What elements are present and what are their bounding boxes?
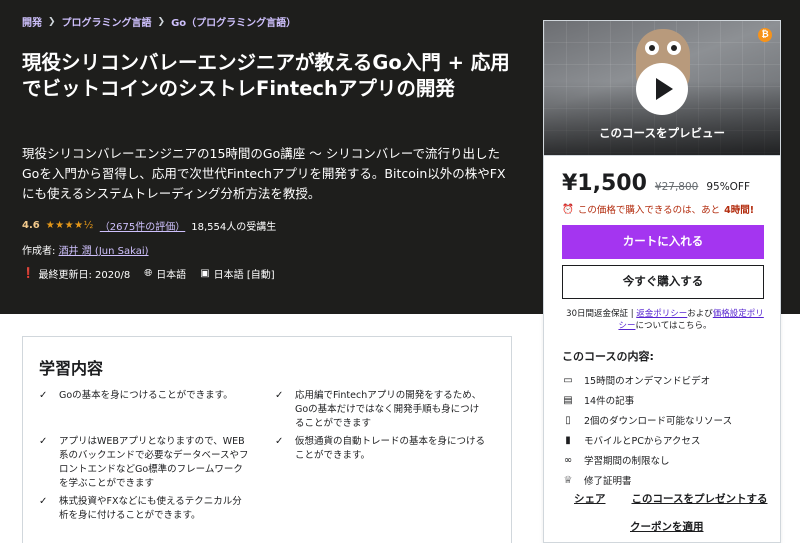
guarantee-mid: および xyxy=(687,309,713,319)
course-subtitle: 現役シリコンバレーエンジニアの15時間のGo講座 〜 シリコンバレーで流行り出し… xyxy=(22,146,506,201)
rating-value: 4.6 xyxy=(22,220,40,231)
alarm-clock-icon: ⏰ xyxy=(562,203,574,215)
video-icon: ▭ xyxy=(563,374,573,386)
includes-item-label: 学習期間の制限なし xyxy=(584,456,670,467)
last-updated-text: 最終更新日: 2020/8 xyxy=(38,270,131,281)
buy-now-button[interactable]: 今すぐ購入する xyxy=(562,265,764,299)
captions-icon: ▣ xyxy=(200,268,210,279)
course-language-text: 日本語 xyxy=(156,270,187,281)
includes-item-label: 2個のダウンロード可能なリソース xyxy=(584,416,733,427)
includes-title: このコースの内容: xyxy=(562,350,654,363)
current-price: ¥1,500 xyxy=(562,171,647,196)
chevron-right-icon: ❯ xyxy=(48,16,56,27)
rating-row: 4.6 ★★★★½ （2675件の評価） 18,554人の受講生 xyxy=(22,218,276,233)
includes-item-label: 15時間のオンデマンドビデオ xyxy=(584,376,711,387)
breadcrumb: 開発 ❯ プログラミング言語 ❯ Go（プログラミング言語） xyxy=(22,14,296,30)
course-captions-text: 日本語 [自動] xyxy=(213,270,275,281)
learn-item: ✓ アプリはWEBアプリとなりますので、WEB系のバックエンドで必要なデータベー… xyxy=(39,435,249,491)
learn-item: ✓ 株式投資やFXなどにも使えるテクニカル分析を身に付けることができます。 xyxy=(39,495,249,523)
breadcrumb-item-development[interactable]: 開発 xyxy=(22,14,42,29)
article-icon: ▤ xyxy=(563,394,573,406)
gift-course-link[interactable]: このコースをプレゼントする xyxy=(632,491,768,506)
learn-item-text: 応用編でFintechアプリの開発をするため、Goの基本だけではなく開発手順も身… xyxy=(295,390,482,429)
chevron-right-icon: ❯ xyxy=(157,16,166,27)
trophy-icon: ♕ xyxy=(563,474,573,486)
globe-icon: 🌐︎ xyxy=(144,268,153,279)
share-link[interactable]: シェア xyxy=(574,491,606,506)
author-row: 作成者: 酒井 潤 (Jun Sakai) xyxy=(22,242,149,257)
learn-title: 学習内容 xyxy=(39,359,104,378)
download-icon: ▯ xyxy=(565,414,571,426)
includes-item: ▤ 14件の記事 xyxy=(562,390,732,410)
includes-item-label: 14件の記事 xyxy=(584,396,635,407)
timer-text: この価格で購入できるのは、あと xyxy=(577,205,721,216)
money-back-guarantee: 30日間返金保証 | 返金ポリシーおよび価格設定ポリシーについてはこちら。 xyxy=(562,308,768,332)
includes-list: ▭ 15時間のオンデマンドビデオ ▤ 14件の記事 ▯ 2個のダウンロード可能なリソー… xyxy=(562,370,732,490)
reviews-link[interactable]: （2675件の評価） xyxy=(100,218,185,233)
price-row: ¥1,500 ¥27,800 95%OFF xyxy=(562,171,750,196)
infinity-icon: ∞ xyxy=(563,454,573,466)
discount-percent: 95%OFF xyxy=(706,181,751,193)
includes-item: ∞ 学習期間の制限なし xyxy=(562,450,732,470)
check-icon: ✓ xyxy=(39,436,48,447)
apply-coupon-link[interactable]: クーポンを適用 xyxy=(630,519,704,534)
includes-item-label: 修了証明書 xyxy=(584,476,632,487)
play-icon xyxy=(656,78,673,100)
learn-item: ✓ 仮想通貨の自動トレードの基本を身につけることができます。 xyxy=(275,435,485,463)
author-link[interactable]: 酒井 潤 (Jun Sakai) xyxy=(59,246,149,257)
learn-item-text: 株式投資やFXなどにも使えるテクニカル分析を身に付けることができます。 xyxy=(59,496,242,521)
purchase-sidebar: ₿ このコースをプレビュー ¥1,500 ¥27,800 95%OFF ⏰ この… xyxy=(543,20,781,543)
course-meta: ❗ 最終更新日: 2020/8 🌐︎ 日本語 ▣ 日本語 [自動] xyxy=(22,266,275,281)
course-language: 🌐︎ 日本語 xyxy=(144,266,186,281)
learn-item-text: Goの基本を身につけることができます。 xyxy=(59,390,233,401)
course-preview[interactable]: ₿ このコースをプレビュー xyxy=(544,21,780,156)
check-icon: ✓ xyxy=(275,436,284,447)
refund-policy-link[interactable]: 返金ポリシー xyxy=(636,309,687,319)
includes-item: ▭ 15時間のオンデマンドビデオ xyxy=(562,370,732,390)
sale-timer: ⏰ この価格で購入できるのは、あと 4時間! xyxy=(562,202,755,217)
preview-label: このコースをプレビュー xyxy=(599,126,725,140)
author-label: 作成者: xyxy=(22,246,59,257)
breadcrumb-item-go[interactable]: Go（プログラミング言語） xyxy=(171,14,296,29)
card-actions: シェア このコースをプレゼントする xyxy=(574,491,767,506)
check-icon: ✓ xyxy=(39,390,48,401)
student-count: 18,554人の受講生 xyxy=(191,222,277,233)
breadcrumb-item-programming-languages[interactable]: プログラミング言語 xyxy=(62,14,152,29)
includes-item-label: モバイルとPCからアクセス xyxy=(584,436,701,447)
guarantee-prefix: 30日間返金保証 | xyxy=(566,309,637,319)
learn-item-text: アプリはWEBアプリとなりますので、WEB系のバックエンドで必要なデータベースや… xyxy=(59,436,249,489)
last-updated: ❗ 最終更新日: 2020/8 xyxy=(22,266,130,281)
original-price: ¥27,800 xyxy=(654,181,699,193)
course-captions: ▣ 日本語 [自動] xyxy=(200,266,274,281)
learn-item: ✓ 応用編でFintechアプリの開発をするため、Goの基本だけではなく開発手順… xyxy=(275,389,485,431)
learn-item-text: 仮想通貨の自動トレードの基本を身につけることができます。 xyxy=(295,436,486,461)
what-you-will-learn: 学習内容 ✓ Goの基本を身につけることができます。 ✓ 応用編でFintech… xyxy=(22,336,512,543)
mobile-icon: ▮ xyxy=(565,434,571,446)
star-rating-icon: ★★★★½ xyxy=(45,220,94,231)
add-to-cart-button[interactable]: カートに入れる xyxy=(562,225,764,259)
alert-icon: ❗ xyxy=(22,268,35,279)
includes-item: ♕ 修了証明書 xyxy=(562,470,732,490)
includes-item: ▯ 2個のダウンロード可能なリソース xyxy=(562,410,732,430)
play-button[interactable] xyxy=(636,63,688,115)
timer-remaining: 4時間! xyxy=(724,205,755,216)
course-title: 現役シリコンバレーエンジニアが教えるGo入門 + 応用でビットコインのシストレF… xyxy=(22,51,510,100)
check-icon: ✓ xyxy=(39,496,48,507)
guarantee-suffix: についてはこちら。 xyxy=(635,321,712,331)
learn-item: ✓ Goの基本を身につけることができます。 xyxy=(39,389,249,403)
check-icon: ✓ xyxy=(275,390,284,401)
includes-item: ▮ モバイルとPCからアクセス xyxy=(562,430,732,450)
